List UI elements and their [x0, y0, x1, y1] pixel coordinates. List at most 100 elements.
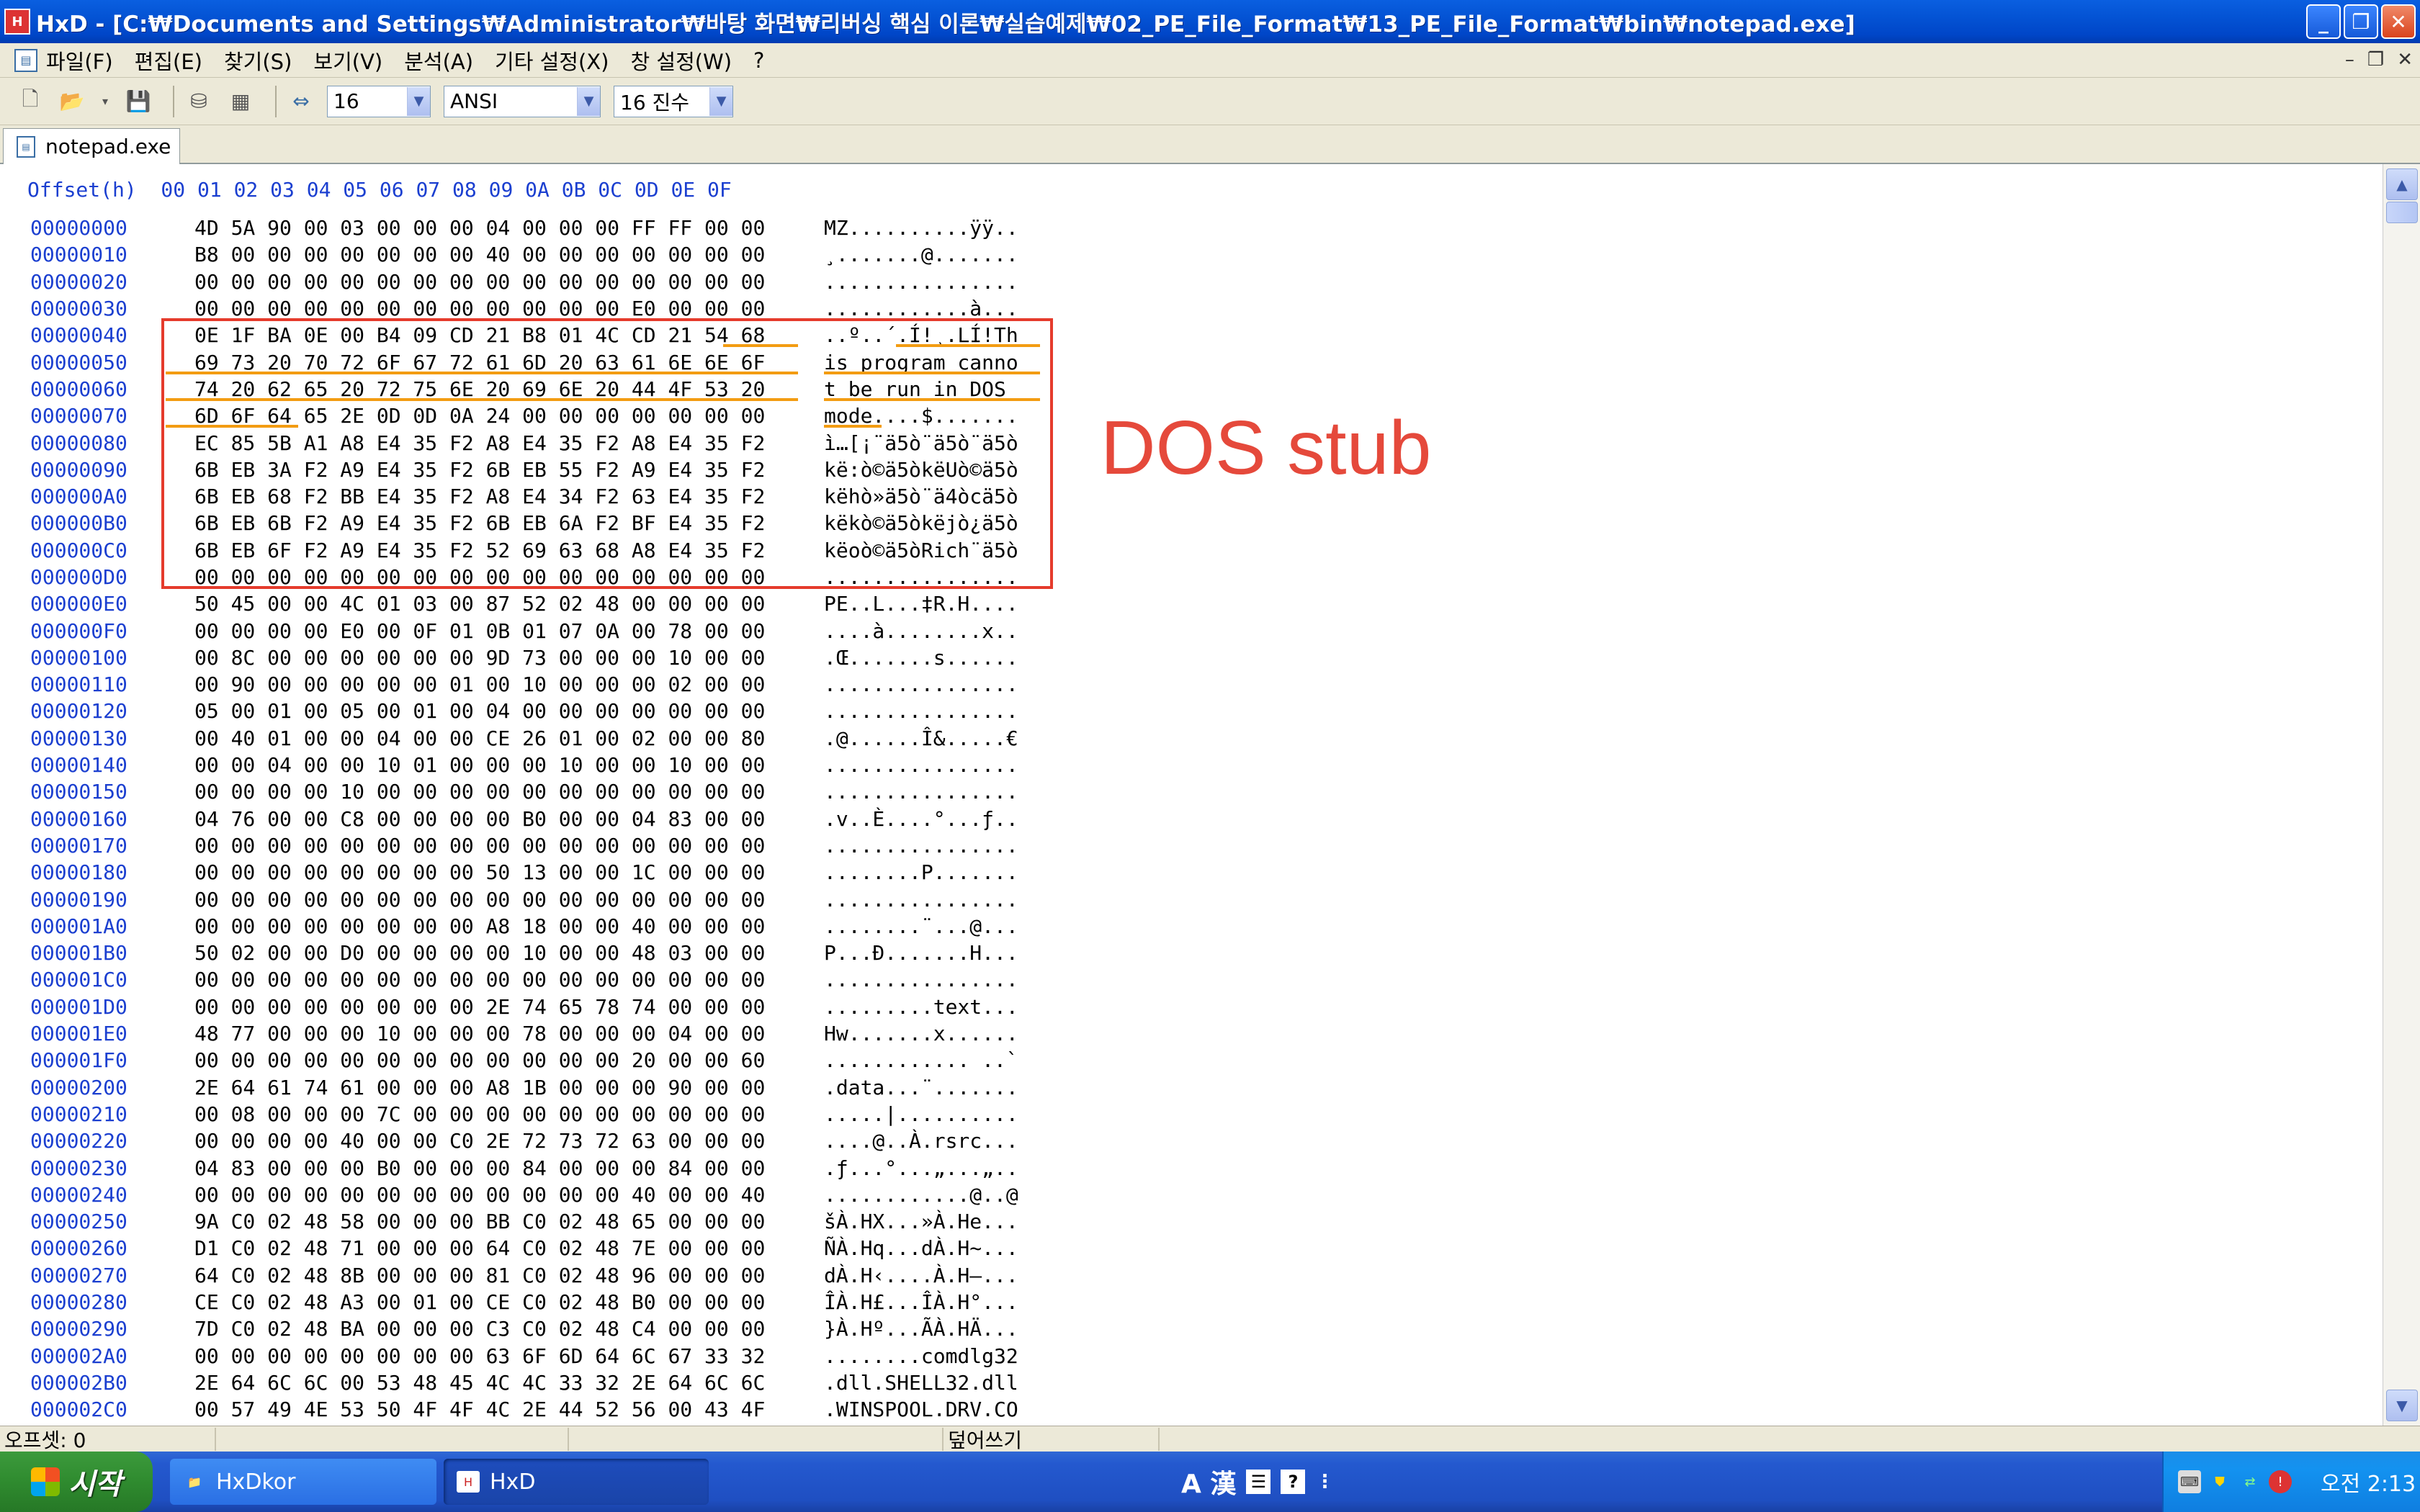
- row-hex-bytes[interactable]: 7D C0 02 48 BA 00 00 00 C3 C0 02 48 C4 0…: [167, 1317, 824, 1341]
- hex-row[interactable]: 000002B0 2E 64 6C 6C 00 53 48 45 4C 4C 33…: [0, 1369, 1018, 1396]
- menu-view[interactable]: 보기(V): [313, 45, 382, 76]
- mdi-close-icon[interactable]: ✕: [2397, 49, 2413, 71]
- hex-row[interactable]: 00000100 00 8C 00 00 00 00 00 00 9D 73 00…: [0, 644, 1018, 671]
- minimize-button[interactable]: _: [2306, 4, 2341, 39]
- menu-extras[interactable]: 기타 설정(X): [495, 45, 609, 76]
- hex-row[interactable]: 00000280 CE C0 02 48 A3 00 01 00 CE C0 02…: [0, 1289, 1018, 1315]
- ram-icon[interactable]: ▦: [225, 86, 256, 117]
- offset-base-select[interactable]: 16 진수 ▼: [614, 85, 733, 117]
- hex-row[interactable]: 00000120 05 00 01 00 05 00 01 00 04 00 00…: [0, 698, 1018, 724]
- row-ascii[interactable]: ............ ..`: [824, 1048, 1018, 1072]
- options-icon[interactable]: ⋮: [1315, 1471, 1334, 1493]
- row-ascii[interactable]: ................: [824, 780, 1018, 804]
- row-hex-bytes[interactable]: 00 00 00 00 E0 00 0F 01 0B 01 07 0A 00 7…: [167, 619, 824, 643]
- hex-row[interactable]: 00000220 00 00 00 00 40 00 00 C0 2E 72 73…: [0, 1128, 1018, 1154]
- row-hex-bytes[interactable]: 00 00 00 00 00 00 00 00 00 00 00 00 40 0…: [167, 1183, 824, 1207]
- mdi-restore-icon[interactable]: ❐: [2367, 49, 2384, 71]
- title-bar[interactable]: H HxD - [C:₩Documents and Settings₩Admin…: [0, 0, 2420, 43]
- row-ascii[interactable]: .WINSPOOL.DRV.CO: [824, 1398, 1018, 1421]
- menu-file[interactable]: 파일(F): [46, 45, 113, 76]
- row-ascii[interactable]: P...Ð.......H...: [824, 941, 1018, 965]
- hex-row[interactable]: 000001E0 48 77 00 00 00 10 00 00 00 78 00…: [0, 1020, 1018, 1047]
- hex-row[interactable]: 00000290 7D C0 02 48 BA 00 00 00 C3 C0 02…: [0, 1315, 1018, 1342]
- row-ascii[interactable]: PE..L...‡R.H....: [824, 592, 1018, 616]
- hex-row[interactable]: 00000190 00 00 00 00 00 00 00 00 00 00 00…: [0, 886, 1018, 912]
- chevron-down-icon[interactable]: ▼: [709, 86, 732, 116]
- row-hex-bytes[interactable]: 50 45 00 00 4C 01 03 00 87 52 02 48 00 0…: [167, 592, 824, 616]
- row-hex-bytes[interactable]: 2E 64 61 74 61 00 00 00 A8 1B 00 00 00 9…: [167, 1076, 824, 1099]
- row-ascii[interactable]: .Œ.......s......: [824, 646, 1018, 670]
- row-hex-bytes[interactable]: 50 02 00 00 D0 00 00 00 00 10 00 00 48 0…: [167, 941, 824, 965]
- hex-row[interactable]: 00000240 00 00 00 00 00 00 00 00 00 00 00…: [0, 1182, 1018, 1208]
- hex-row[interactable]: 000002A0 00 00 00 00 00 00 00 00 63 6F 6D…: [0, 1342, 1018, 1369]
- hex-row[interactable]: 00000140 00 00 04 00 00 10 01 00 00 00 10…: [0, 752, 1018, 778]
- language-bar[interactable]: A 漢 ☰ ? ⋮: [1181, 1460, 1334, 1503]
- network-icon[interactable]: ⇄: [2238, 1470, 2262, 1493]
- row-ascii[interactable]: .data...¨.......: [824, 1076, 1018, 1099]
- security-alert-icon[interactable]: !: [2269, 1470, 2292, 1493]
- hex-row[interactable]: 00000000 4D 5A 90 00 03 00 00 00 04 00 00…: [0, 215, 1018, 241]
- row-hex-bytes[interactable]: D1 C0 02 48 71 00 00 00 64 C0 02 48 7E 0…: [167, 1236, 824, 1260]
- row-hex-bytes[interactable]: 00 00 00 00 00 00 00 00 00 00 00 00 00 0…: [167, 968, 824, 991]
- menu-edit[interactable]: 편집(E): [135, 45, 202, 76]
- chevron-down-icon[interactable]: ▼: [407, 86, 430, 116]
- row-hex-bytes[interactable]: B8 00 00 00 00 00 00 00 40 00 00 00 00 0…: [167, 243, 824, 266]
- start-button[interactable]: 시작: [0, 1452, 153, 1512]
- hex-row[interactable]: 00000150 00 00 00 00 10 00 00 00 00 00 00…: [0, 778, 1018, 805]
- hex-row[interactable]: 00000130 00 40 01 00 00 04 00 00 CE 26 01…: [0, 725, 1018, 752]
- new-file-icon[interactable]: 🗋: [14, 86, 46, 117]
- hex-row[interactable]: 00000200 2E 64 61 74 61 00 00 00 A8 1B 00…: [0, 1074, 1018, 1101]
- row-ascii[interactable]: MZ..........ÿÿ..: [824, 216, 1018, 240]
- row-hex-bytes[interactable]: 05 00 01 00 05 00 01 00 04 00 00 00 00 0…: [167, 699, 824, 723]
- hex-row[interactable]: 00000270 64 C0 02 48 8B 00 00 00 81 C0 02…: [0, 1262, 1018, 1289]
- menu-help[interactable]: ?: [753, 48, 764, 73]
- scroll-down-icon[interactable]: ▼: [2386, 1390, 2418, 1421]
- row-hex-bytes[interactable]: 00 00 00 00 00 00 00 00 00 00 00 00 00 0…: [167, 834, 824, 858]
- disk-icon[interactable]: ⛁: [183, 86, 215, 117]
- hex-row[interactable]: 000001D0 00 00 00 00 00 00 00 00 2E 74 65…: [0, 994, 1018, 1020]
- row-ascii[interactable]: ................: [824, 699, 1018, 723]
- hex-row[interactable]: 000001B0 50 02 00 00 D0 00 00 00 00 10 00…: [0, 940, 1018, 966]
- row-ascii[interactable]: }À.Hº...ÃÀ.HÄ...: [824, 1317, 1018, 1341]
- row-hex-bytes[interactable]: 00 00 00 00 00 00 00 00 2E 74 65 78 74 0…: [167, 995, 824, 1019]
- row-ascii[interactable]: ................: [824, 968, 1018, 991]
- task-hxdkor[interactable]: 📁 HxDkor: [170, 1459, 436, 1505]
- menu-window[interactable]: 창 설정(W): [630, 45, 732, 76]
- menu-analysis[interactable]: 분석(A): [404, 45, 473, 76]
- row-hex-bytes[interactable]: 00 90 00 00 00 00 00 01 00 10 00 00 00 0…: [167, 672, 824, 696]
- row-ascii[interactable]: ÎÀ.H£...ÎÀ.H°...: [824, 1290, 1018, 1314]
- hex-row[interactable]: 00000260 D1 C0 02 48 71 00 00 00 64 C0 02…: [0, 1235, 1018, 1261]
- keyboard-icon[interactable]: ⌨: [2178, 1470, 2201, 1493]
- row-hex-bytes[interactable]: 00 00 00 00 00 00 00 00 00 00 00 00 00 0…: [167, 270, 824, 294]
- row-hex-bytes[interactable]: 00 00 00 00 00 00 00 00 00 00 00 00 00 0…: [167, 888, 824, 912]
- hex-row[interactable]: 00000160 04 76 00 00 C8 00 00 00 00 B0 00…: [0, 806, 1018, 832]
- row-hex-bytes[interactable]: 04 76 00 00 C8 00 00 00 00 B0 00 00 04 8…: [167, 807, 824, 831]
- row-ascii[interactable]: ................: [824, 753, 1018, 777]
- row-ascii[interactable]: ........¨...@...: [824, 914, 1018, 938]
- row-hex-bytes[interactable]: 00 00 00 00 00 00 00 00 63 6F 6D 64 6C 6…: [167, 1344, 824, 1368]
- row-ascii[interactable]: ............@..@: [824, 1183, 1018, 1207]
- row-ascii[interactable]: ............à...: [824, 297, 1018, 320]
- row-hex-bytes[interactable]: 48 77 00 00 00 10 00 00 00 78 00 00 00 0…: [167, 1022, 824, 1045]
- charset-select[interactable]: ANSI ▼: [444, 85, 601, 117]
- row-hex-bytes[interactable]: 00 40 01 00 00 04 00 00 CE 26 01 00 02 0…: [167, 726, 824, 750]
- row-ascii[interactable]: ................: [824, 834, 1018, 858]
- row-hex-bytes[interactable]: 4D 5A 90 00 03 00 00 00 04 00 00 00 FF F…: [167, 216, 824, 240]
- row-ascii[interactable]: ................: [824, 672, 1018, 696]
- row-ascii[interactable]: ¸.......@.......: [824, 243, 1018, 266]
- row-hex-bytes[interactable]: 00 08 00 00 00 7C 00 00 00 00 00 00 00 0…: [167, 1102, 824, 1126]
- vertical-scrollbar[interactable]: ▲ ▼: [2383, 164, 2420, 1426]
- menu-search[interactable]: 찾기(S): [224, 45, 292, 76]
- row-ascii[interactable]: .v..È....°...ƒ..: [824, 807, 1018, 831]
- scroll-up-icon[interactable]: ▲: [2386, 168, 2418, 200]
- row-hex-bytes[interactable]: 00 00 00 00 40 00 00 C0 2E 72 73 72 63 0…: [167, 1129, 824, 1153]
- hex-row[interactable]: 00000020 00 00 00 00 00 00 00 00 00 00 00…: [0, 269, 1018, 295]
- hex-row[interactable]: 000001A0 00 00 00 00 00 00 00 00 A8 18 00…: [0, 913, 1018, 940]
- scrollbar-thumb[interactable]: [2386, 202, 2418, 223]
- row-hex-bytes[interactable]: 00 00 00 00 10 00 00 00 00 00 00 00 00 0…: [167, 780, 824, 804]
- row-hex-bytes[interactable]: 00 57 49 4E 53 50 4F 4F 4C 2E 44 52 56 0…: [167, 1398, 824, 1421]
- row-hex-bytes[interactable]: 04 83 00 00 00 B0 00 00 00 84 00 00 00 8…: [167, 1156, 824, 1180]
- goto-icon[interactable]: ⇔: [285, 86, 317, 117]
- hex-row[interactable]: 00000210 00 08 00 00 00 7C 00 00 00 00 00…: [0, 1101, 1018, 1128]
- row-ascii[interactable]: ........comdlg32: [824, 1344, 1018, 1368]
